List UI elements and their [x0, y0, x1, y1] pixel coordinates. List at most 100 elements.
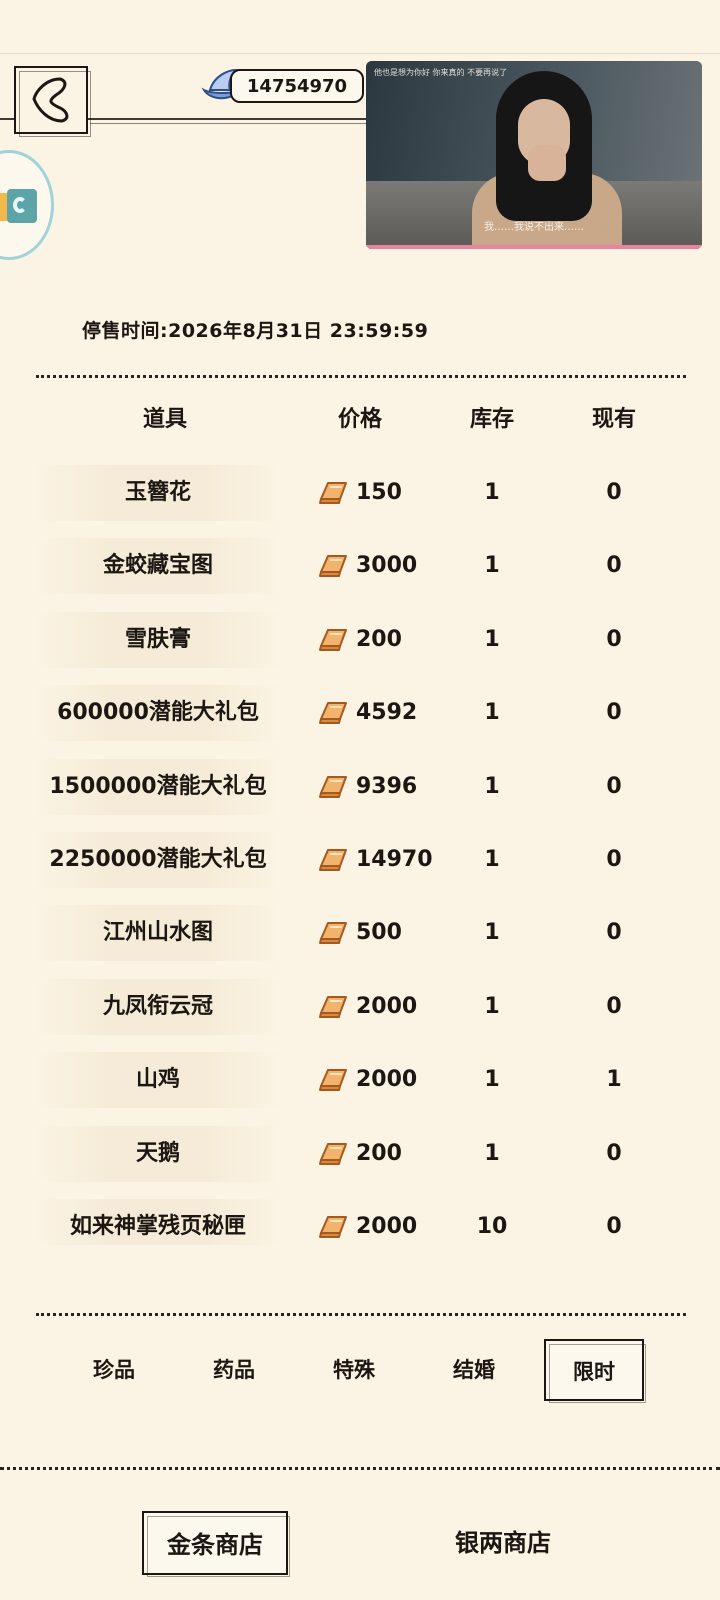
item-price-cell: 3000: [318, 538, 448, 594]
item-owned: 0: [606, 480, 622, 505]
item-name: 玉簪花: [36, 465, 280, 521]
video-player[interactable]: 他也是想为你好 你来真的 不要再说了 我……我说不出来……: [366, 61, 702, 249]
sale-end-time: 停售时间:2026年8月31日 23:59:59: [82, 316, 428, 343]
header-price: 价格: [337, 407, 382, 432]
item-stock: 1: [484, 700, 500, 726]
table-row[interactable]: 江州山水图 500 1 0: [36, 905, 686, 962]
item-name: 600000潜能大礼包: [36, 685, 280, 742]
tab-0[interactable]: 珍品: [64, 1339, 164, 1401]
gold-bar-icon: [319, 922, 347, 945]
gold-bar-icon: [319, 702, 347, 725]
gold-bar-icon: [319, 555, 347, 578]
tab-3[interactable]: 结婚: [424, 1339, 524, 1401]
tab-1[interactable]: 药品: [184, 1339, 284, 1401]
item-owned: 0: [606, 847, 622, 872]
item-list[interactable]: 玉簪花 150 1 0 金蛟藏宝图 3000 1 0 雪肤膏 200 1 0 600000潜能大礼包 45…: [0, 465, 720, 1245]
dotted-divider-top: [36, 375, 686, 378]
tab-2[interactable]: 特殊: [304, 1339, 404, 1401]
table-row[interactable]: 雪肤膏 200 1 0: [36, 611, 686, 668]
item-name: 天鹅: [36, 1125, 280, 1182]
item-price-cell: 14970: [318, 832, 448, 888]
table-row[interactable]: 2250000潜能大礼包 14970 1 0: [36, 832, 686, 888]
gold-bar-icon: [319, 1142, 347, 1165]
item-owned: 0: [606, 626, 622, 652]
app-badge-icon: [7, 189, 37, 223]
item-stock: 1: [484, 1067, 500, 1093]
item-name: 雪肤膏: [36, 611, 280, 668]
item-name: 金蛟藏宝图: [36, 538, 280, 595]
gold-bar-icon: [319, 995, 347, 1018]
item-owned: 0: [606, 993, 622, 1019]
gold-shop-button[interactable]: 金条商店: [142, 1511, 290, 1577]
dotted-divider-footer: [0, 1467, 720, 1470]
item-stock: 1: [484, 773, 500, 799]
item-price-cell: 2000: [318, 1199, 448, 1245]
item-price: 4592: [356, 700, 418, 726]
item-price-cell: 200: [318, 1126, 448, 1182]
item-owned: 1: [606, 1067, 622, 1093]
item-price: 150: [356, 480, 402, 505]
item-stock: 1: [484, 626, 500, 652]
header-divider-shadow: [90, 123, 380, 124]
silver-shop-button[interactable]: 银两商店: [430, 1511, 576, 1575]
table-row[interactable]: 九凤衔云冠 2000 1 0: [36, 978, 686, 1035]
header-owned: 现有: [591, 407, 636, 432]
header-stock: 库存: [469, 407, 514, 432]
item-name: 九凤衔云冠: [36, 978, 280, 1035]
item-name: 山鸡: [36, 1052, 280, 1109]
table-row[interactable]: 1500000潜能大礼包 9396 1 0: [36, 758, 686, 815]
back-button[interactable]: [14, 66, 91, 137]
gold-bar-icon: [319, 775, 347, 798]
gold-bar-icon: [319, 1216, 347, 1238]
dotted-divider-bottom: [36, 1313, 686, 1316]
item-price: 2000: [356, 993, 418, 1019]
item-price: 500: [356, 920, 402, 946]
item-price-cell: 150: [318, 465, 448, 521]
category-tabs: 珍品 药品 特殊 结婚 限时: [0, 1339, 720, 1403]
table-row[interactable]: 600000潜能大礼包 4592 1 0: [36, 685, 686, 742]
item-name: 江州山水图: [36, 905, 280, 962]
table-header: 道具 价格 库存 现有: [0, 401, 720, 441]
item-price: 14970: [356, 847, 433, 872]
item-name: 2250000潜能大礼包: [36, 832, 280, 888]
table-row[interactable]: 玉簪花 150 1 0: [36, 465, 686, 521]
sale-end-datetime: 2026年8月31日 23:59:59: [168, 320, 429, 342]
sale-end-label: 停售时间:: [82, 320, 169, 342]
table-row[interactable]: 山鸡 2000 1 1: [36, 1052, 686, 1109]
item-price: 200: [356, 1140, 402, 1166]
video-caption: 他也是想为你好 你来真的 不要再说了: [374, 68, 508, 77]
item-stock: 10: [476, 1214, 508, 1239]
item-price: 2000: [356, 1214, 418, 1239]
item-stock: 1: [484, 1140, 500, 1166]
gold-bar-icon: [319, 1069, 347, 1092]
item-price-cell: 500: [318, 905, 448, 961]
item-price-cell: 4592: [318, 685, 448, 741]
item-stock: 1: [484, 847, 500, 872]
item-price: 9396: [356, 773, 418, 799]
item-name: 1500000潜能大礼包: [36, 758, 280, 815]
video-subtitle: 我……我说不出来……: [484, 222, 584, 233]
table-row[interactable]: 天鹅 200 1 0: [36, 1125, 686, 1182]
table-row[interactable]: 金蛟藏宝图 3000 1 0: [36, 538, 686, 595]
item-price: 2000: [356, 1067, 418, 1093]
video-progress-bar: [366, 245, 702, 249]
item-price: 3000: [356, 553, 418, 579]
tab-4[interactable]: 限时: [544, 1339, 646, 1403]
item-stock: 1: [484, 920, 500, 946]
item-owned: 0: [606, 1140, 622, 1166]
top-divider: [0, 53, 720, 54]
item-owned: 0: [606, 920, 622, 946]
item-owned: 0: [606, 1214, 622, 1239]
item-price-cell: 2000: [318, 1052, 448, 1108]
item-owned: 0: [606, 773, 622, 799]
item-price-cell: 200: [318, 612, 448, 668]
back-arrow-icon: [32, 77, 69, 123]
item-stock: 1: [484, 553, 500, 579]
gold-bar-icon: [319, 482, 347, 504]
side-app-badge[interactable]: [0, 150, 54, 260]
gold-bar-icon: [319, 849, 347, 871]
item-stock: 1: [484, 993, 500, 1019]
item-owned: 0: [606, 553, 622, 579]
table-row[interactable]: 如来神掌残页秘匣 2000 10 0: [36, 1199, 686, 1245]
item-name: 如来神掌残页秘匣: [36, 1199, 280, 1245]
